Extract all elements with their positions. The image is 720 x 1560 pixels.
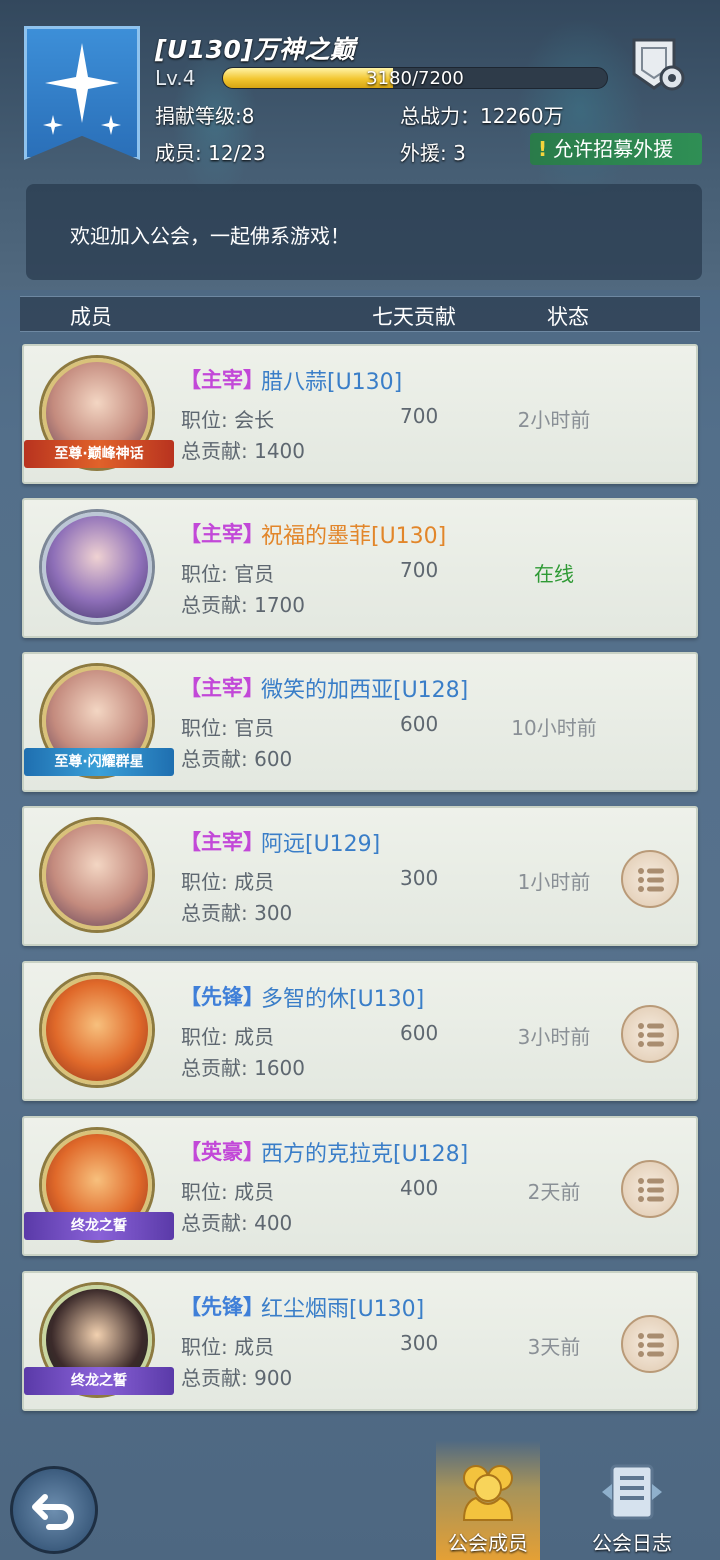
total-power: 总战力：12260万 bbox=[400, 104, 564, 128]
member-count: 成员: 12/23 bbox=[155, 141, 266, 165]
guild-title: [U130]万神之巅 bbox=[155, 35, 356, 64]
member-rank: 【先锋】 bbox=[180, 1295, 264, 1319]
allow-recruit-label: 允许招募外援 bbox=[553, 137, 674, 161]
donation-level: 捐献等级:8 bbox=[155, 104, 255, 128]
tab-guild-members[interactable]: 公会成员 bbox=[436, 1440, 540, 1560]
member-seven-day-contribution: 700 bbox=[400, 404, 439, 428]
member-total-contribution: 总贡献: 1400 bbox=[181, 439, 305, 463]
member-row[interactable]: 终龙之誓 【先锋】 红尘烟雨[U130] 职位: 成员 300 3天前 总贡献:… bbox=[22, 1271, 698, 1411]
member-rank: 【英豪】 bbox=[180, 1140, 264, 1164]
star-emblem-icon bbox=[43, 43, 121, 135]
member-role: 职位: 成员 bbox=[181, 1025, 275, 1049]
avatar-badge: 终龙之誓 bbox=[24, 1212, 174, 1240]
member-name: 多智的休[U130] bbox=[261, 987, 425, 1012]
member-role: 职位: 成员 bbox=[181, 870, 275, 894]
member-rank: 【主宰】 bbox=[180, 368, 264, 392]
member-role: 职位: 官员 bbox=[181, 562, 275, 586]
member-avatar[interactable] bbox=[42, 820, 152, 930]
allow-recruit-toggle[interactable]: ! 允许招募外援 bbox=[530, 133, 702, 165]
member-table-header: 成员 七天贡献 状态 bbox=[20, 296, 700, 332]
list-menu-icon bbox=[638, 1178, 664, 1202]
member-row[interactable]: 【先锋】 多智的休[U130] 职位: 成员 600 3小时前 总贡献: 160… bbox=[22, 961, 698, 1101]
xp-text: 3180/7200 bbox=[366, 68, 464, 89]
member-status: 在线 bbox=[534, 562, 574, 586]
member-rank: 【先锋】 bbox=[180, 985, 264, 1009]
member-row[interactable]: 至尊·巅峰神话 【主宰】 腊八蒜[U130] 职位: 会长 700 2小时前 总… bbox=[22, 344, 698, 484]
member-row[interactable]: 至尊·闪耀群星 【主宰】 微笑的加西亚[U128] 职位: 官员 600 10小… bbox=[22, 652, 698, 792]
member-seven-day-contribution: 300 bbox=[400, 866, 439, 890]
member-rank: 【主宰】 bbox=[180, 830, 264, 854]
member-name: 祝福的墨菲[U130] bbox=[261, 524, 447, 549]
back-button[interactable] bbox=[10, 1466, 98, 1554]
member-role: 职位: 成员 bbox=[181, 1335, 275, 1359]
avatar-badge: 至尊·闪耀群星 bbox=[24, 748, 174, 776]
member-name: 阿远[U129] bbox=[261, 832, 381, 857]
tab-guild-log-label: 公会日志 bbox=[592, 1531, 672, 1555]
external-aid: 外援: 3 bbox=[400, 141, 466, 165]
column-member: 成员 bbox=[70, 305, 112, 329]
guild-notice-text: 欢迎加入公会，一起佛系游戏！ bbox=[70, 224, 350, 248]
member-status: 2小时前 bbox=[517, 408, 591, 432]
member-total-contribution: 总贡献: 600 bbox=[181, 747, 293, 771]
tab-guild-members-label: 公会成员 bbox=[448, 1531, 528, 1555]
column-seven-day-contribution: 七天贡献 bbox=[372, 305, 456, 329]
avatar-badge: 至尊·巅峰神话 bbox=[24, 440, 174, 468]
member-name: 西方的克拉克[U128] bbox=[261, 1142, 469, 1167]
member-role: 职位: 官员 bbox=[181, 716, 275, 740]
avatar-badge: 终龙之誓 bbox=[24, 1367, 174, 1395]
member-role: 职位: 成员 bbox=[181, 1180, 275, 1204]
member-action-button[interactable] bbox=[621, 1005, 679, 1063]
tab-guild-log[interactable]: 公会日志 bbox=[580, 1440, 684, 1560]
member-status: 1小时前 bbox=[517, 870, 591, 894]
member-role: 职位: 会长 bbox=[181, 408, 275, 432]
member-row[interactable]: 终龙之誓 【英豪】 西方的克拉克[U128] 职位: 成员 400 2天前 总贡… bbox=[22, 1116, 698, 1256]
member-total-contribution: 总贡献: 1700 bbox=[181, 593, 305, 617]
list-menu-icon bbox=[638, 1023, 664, 1047]
member-total-contribution: 总贡献: 900 bbox=[181, 1366, 293, 1390]
member-total-contribution: 总贡献: 300 bbox=[181, 901, 293, 925]
member-avatar[interactable] bbox=[42, 512, 152, 622]
member-status: 3小时前 bbox=[517, 1025, 591, 1049]
member-seven-day-contribution: 700 bbox=[400, 558, 439, 582]
member-action-button[interactable] bbox=[621, 1160, 679, 1218]
list-menu-icon bbox=[638, 1333, 664, 1357]
xp-progress-bar: 3180/7200 bbox=[222, 67, 608, 89]
member-name: 腊八蒜[U130] bbox=[261, 370, 403, 395]
member-status: 10小时前 bbox=[511, 716, 597, 740]
member-action-button[interactable] bbox=[621, 850, 679, 908]
list-menu-icon bbox=[638, 868, 664, 892]
guild-level: Lv.4 bbox=[155, 66, 196, 90]
settings-gear-icon bbox=[632, 38, 685, 91]
member-action-button[interactable] bbox=[621, 1315, 679, 1373]
member-row[interactable]: 【主宰】 阿远[U129] 职位: 成员 300 1小时前 总贡献: 300 bbox=[22, 806, 698, 946]
member-seven-day-contribution: 600 bbox=[400, 1021, 439, 1045]
guild-notice: 欢迎加入公会，一起佛系游戏！ bbox=[26, 184, 702, 280]
member-rank: 【主宰】 bbox=[180, 676, 264, 700]
exclamation-icon: ! bbox=[538, 137, 548, 161]
member-seven-day-contribution: 400 bbox=[400, 1176, 439, 1200]
member-status: 2天前 bbox=[527, 1180, 581, 1204]
member-seven-day-contribution: 600 bbox=[400, 712, 439, 736]
member-total-contribution: 总贡献: 1600 bbox=[181, 1056, 305, 1080]
member-avatar[interactable] bbox=[42, 975, 152, 1085]
member-status: 3天前 bbox=[527, 1335, 581, 1359]
member-name: 微笑的加西亚[U128] bbox=[261, 678, 469, 703]
back-arrow-icon bbox=[32, 1494, 74, 1530]
member-row[interactable]: 【主宰】 祝福的墨菲[U130] 职位: 官员 700 在线 总贡献: 1700 bbox=[22, 498, 698, 638]
member-seven-day-contribution: 300 bbox=[400, 1331, 439, 1355]
members-group-icon bbox=[462, 1465, 514, 1521]
guild-settings-button[interactable] bbox=[624, 34, 690, 94]
log-book-icon bbox=[602, 1464, 662, 1520]
member-name: 红尘烟雨[U130] bbox=[261, 1297, 425, 1322]
member-total-contribution: 总贡献: 400 bbox=[181, 1211, 293, 1235]
column-status: 状态 bbox=[547, 305, 589, 329]
member-rank: 【主宰】 bbox=[180, 522, 264, 546]
